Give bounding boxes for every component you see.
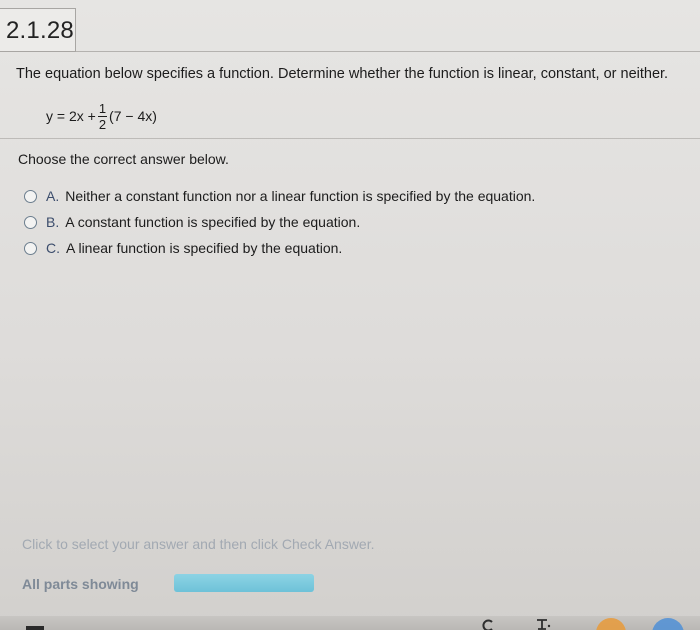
equation-rhs: (7 − 4x)	[109, 108, 157, 124]
screen: 2.1.28 The equation below specifies a fu…	[0, 0, 700, 630]
blue-app-icon[interactable]	[652, 618, 684, 630]
orange-app-icon[interactable]	[596, 618, 626, 630]
option-a[interactable]: A. Neither a constant function nor a lin…	[24, 183, 684, 209]
equation-fraction: 1 2	[97, 100, 107, 132]
problem-id: 2.1.28	[6, 17, 74, 44]
fraction-denominator: 2	[98, 116, 107, 132]
option-text: A constant function is specified by the …	[65, 214, 361, 230]
equation: y = 2x + 1 2 (7 − 4x)	[46, 96, 157, 136]
tool-icon[interactable]	[534, 616, 552, 630]
footer-hint: Click to select your answer and then cli…	[22, 536, 375, 552]
question-prompt: The equation below specifies a function.…	[16, 66, 669, 82]
bottom-toolbar	[0, 616, 700, 630]
radio-button-b[interactable]	[24, 215, 37, 229]
answer-options: A. Neither a constant function nor a lin…	[24, 183, 684, 261]
option-letter: A.	[46, 188, 60, 204]
radio-button-a[interactable]	[24, 189, 37, 203]
option-b[interactable]: B. A constant function is specified by t…	[24, 209, 684, 235]
header-divider	[76, 51, 700, 52]
option-letter: B.	[46, 214, 60, 230]
option-c[interactable]: C. A linear function is specified by the…	[24, 235, 684, 261]
equation-lhs: y = 2x +	[46, 108, 96, 124]
option-text: Neither a constant function nor a linear…	[65, 188, 536, 204]
toolbar-tab[interactable]	[26, 626, 44, 630]
option-letter: C.	[46, 240, 60, 256]
fraction-numerator: 1	[98, 100, 107, 116]
reload-icon[interactable]	[480, 616, 498, 630]
problem-id-box: 2.1.28	[0, 8, 76, 52]
progress-fill	[174, 574, 314, 592]
radio-button-c[interactable]	[24, 241, 37, 255]
parts-progress-bar	[174, 574, 314, 592]
option-text: A linear function is specified by the eq…	[66, 240, 343, 256]
instruction-text: Choose the correct answer below.	[18, 151, 229, 167]
section-divider	[0, 138, 700, 139]
all-parts-showing-label: All parts showing	[22, 576, 139, 592]
